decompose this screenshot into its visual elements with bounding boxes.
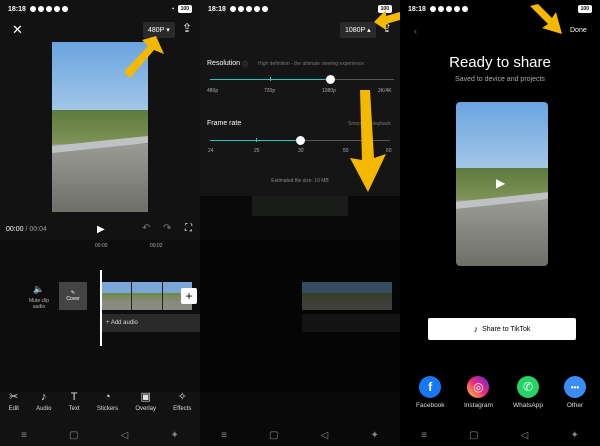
share-title: Ready to share xyxy=(449,54,551,71)
home-icon[interactable]: ▢ xyxy=(269,430,278,441)
home-icon[interactable]: ▢ xyxy=(69,430,78,441)
timeline: 00:00 00:02 🔈 Mute clip audio ✎ Cover + … xyxy=(0,240,200,392)
play-icon[interactable]: ▶ xyxy=(97,224,105,235)
tool-edit[interactable]: ✂ Edit xyxy=(9,392,19,416)
menu-icon[interactable]: ≡ xyxy=(421,430,427,441)
add-clip-button[interactable]: + xyxy=(181,288,197,304)
tiktok-icon: ♪ xyxy=(473,324,479,334)
timecode: 00:00 / 00:04 xyxy=(6,226,47,233)
home-icon[interactable]: ▢ xyxy=(469,430,478,441)
share-facebook[interactable]: f Facebook xyxy=(416,376,445,409)
share-panel: 18:18 100 ‹ Done Ready to share Saved to… xyxy=(400,0,600,446)
overlay-icon: ▣ xyxy=(140,391,151,403)
info-icon[interactable]: ⓘ xyxy=(242,60,248,69)
back-icon[interactable]: ◁ xyxy=(121,430,129,441)
cover-button[interactable]: ✎ Cover xyxy=(59,282,87,310)
framerate-slider-knob[interactable] xyxy=(296,136,305,145)
resolution-dropdown[interactable]: 1080P ▴ xyxy=(340,22,376,38)
share-tiktok-button[interactable]: ♪ Share to TikTok xyxy=(428,318,576,340)
system-nav-bar: ≡ ▢ ◁ ✦ xyxy=(400,424,600,446)
export-settings-panel: 18:18 100 1080P ▴ ⇪ Resolution ⓘ High de… xyxy=(200,0,400,446)
scissors-icon: ✂ xyxy=(9,391,19,403)
menu-icon[interactable]: ≡ xyxy=(221,430,227,441)
pointer-arrow xyxy=(350,90,386,192)
video-thumbnail[interactable]: ▶ xyxy=(456,102,548,266)
bottom-toolbar: ✂ Edit ♪ Audio T Text ◔ Stickers ▣ Overlay ✧ E… xyxy=(0,392,200,416)
framerate-slider-fill xyxy=(210,140,300,141)
back-chevron-icon[interactable]: ‹ xyxy=(414,26,417,36)
facebook-icon: f xyxy=(419,376,442,398)
battery-icon: 100 xyxy=(177,5,192,13)
play-icon[interactable]: ▶ xyxy=(496,176,505,190)
wifi-icon: ◔ xyxy=(170,5,175,13)
caret-up-icon: ▴ xyxy=(367,27,371,34)
pointer-arrow xyxy=(530,4,562,34)
tool-stickers[interactable]: ◔ Stickers xyxy=(97,392,118,416)
speaker-icon[interactable]: 🔈 xyxy=(33,284,44,295)
accessibility-icon[interactable]: ✦ xyxy=(570,430,578,441)
resolution-slider-knob[interactable] xyxy=(326,75,335,84)
close-icon[interactable]: ✕ xyxy=(12,22,23,38)
fullscreen-icon[interactable]: ⛶ xyxy=(185,223,192,234)
system-nav-bar: ≡ ▢ ◁ ✦ xyxy=(200,424,400,446)
share-other[interactable]: ••• Other xyxy=(564,376,586,409)
status-bar: 18:18 100 xyxy=(200,0,400,18)
caret-down-icon: ▾ xyxy=(166,27,170,34)
music-note-icon: ♪ xyxy=(41,391,47,403)
more-icon: ••• xyxy=(564,376,586,398)
whatsapp-icon: ✆ xyxy=(517,376,539,398)
clip-strip[interactable] xyxy=(102,282,192,310)
pointer-arrow xyxy=(124,36,164,78)
text-icon: T xyxy=(70,391,78,403)
done-button[interactable]: Done xyxy=(570,27,587,34)
accessibility-icon[interactable]: ✦ xyxy=(170,430,178,441)
instagram-icon: ◎ xyxy=(467,376,490,398)
playhead[interactable] xyxy=(100,270,102,346)
status-bar: 18:18 100 xyxy=(400,0,600,18)
back-icon[interactable]: ◁ xyxy=(521,430,529,441)
effects-icon: ✧ xyxy=(177,391,187,403)
notification-icons xyxy=(29,6,68,12)
back-icon[interactable]: ◁ xyxy=(321,430,329,441)
share-whatsapp[interactable]: ✆ WhatsApp xyxy=(513,376,543,409)
add-audio-button[interactable]: + Add audio xyxy=(102,314,200,332)
tool-overlay[interactable]: ▣ Overlay xyxy=(135,392,156,416)
undo-icon[interactable]: ↶ xyxy=(142,223,150,234)
pointer-arrow xyxy=(374,10,400,30)
status-time: 18:18 xyxy=(8,5,26,13)
accessibility-icon[interactable]: ✦ xyxy=(370,430,378,441)
dimmed-editor xyxy=(200,196,400,446)
sticker-icon: ◔ xyxy=(104,391,111,403)
menu-icon[interactable]: ≡ xyxy=(21,430,27,441)
export-icon[interactable]: ⇪ xyxy=(182,21,192,35)
share-subtitle: Saved to device and projects xyxy=(455,76,545,83)
status-bar: 18:18 ◔ 100 xyxy=(0,0,200,18)
redo-icon[interactable]: ↷ xyxy=(163,223,171,234)
tool-effects[interactable]: ✧ Effects xyxy=(173,392,191,416)
system-nav-bar: ≡ ▢ ◁ ✦ xyxy=(0,424,200,446)
editor-panel: 18:18 ◔ 100 ✕ 480P ▾ ⇪ 00:00 / 00:04 ▶ ↶… xyxy=(0,0,200,446)
battery-icon: 100 xyxy=(577,5,592,13)
share-instagram[interactable]: ◎ Instagram xyxy=(464,376,493,409)
tool-text[interactable]: T Text xyxy=(69,392,80,416)
tool-audio[interactable]: ♪ Audio xyxy=(36,392,51,416)
